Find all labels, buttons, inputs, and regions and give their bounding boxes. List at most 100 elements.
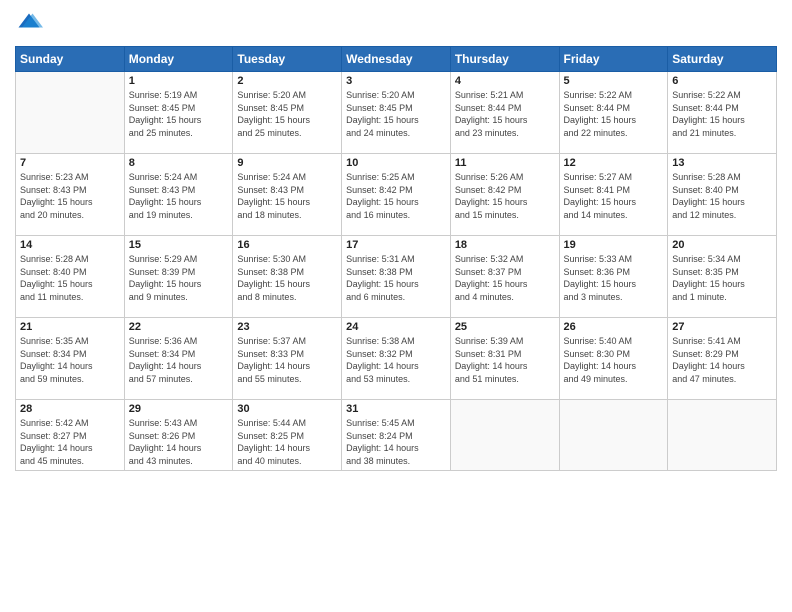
calendar-cell: 7 Sunrise: 5:23 AM Sunset: 8:43 PM Daylig… (16, 154, 125, 236)
day-number: 2 (237, 75, 337, 87)
week-row-4: 21 Sunrise: 5:35 AM Sunset: 8:34 PM Dayli… (16, 318, 777, 400)
day-info: Sunrise: 5:39 AM Sunset: 8:31 PM Dayligh… (455, 335, 555, 385)
day-number: 17 (346, 239, 446, 251)
calendar-cell (450, 400, 559, 471)
day-number: 14 (20, 239, 120, 251)
calendar-cell: 31 Sunrise: 5:45 AM Sunset: 8:24 PM Dayli… (342, 400, 451, 471)
day-info: Sunrise: 5:19 AM Sunset: 8:45 PM Dayligh… (129, 89, 229, 139)
weekday-thursday: Thursday (450, 47, 559, 72)
calendar-cell: 28 Sunrise: 5:42 AM Sunset: 8:27 PM Dayli… (16, 400, 125, 471)
day-number: 6 (672, 75, 772, 87)
calendar-cell: 23 Sunrise: 5:37 AM Sunset: 8:33 PM Dayli… (233, 318, 342, 400)
day-info: Sunrise: 5:33 AM Sunset: 8:36 PM Dayligh… (564, 253, 664, 303)
calendar-cell: 13 Sunrise: 5:28 AM Sunset: 8:40 PM Dayli… (668, 154, 777, 236)
calendar-cell: 21 Sunrise: 5:35 AM Sunset: 8:34 PM Dayli… (16, 318, 125, 400)
calendar-cell: 22 Sunrise: 5:36 AM Sunset: 8:34 PM Dayli… (124, 318, 233, 400)
calendar-cell: 1Sunrise: 5:19 AM Sunset: 8:45 PM Daylig… (124, 72, 233, 154)
day-number: 28 (20, 403, 120, 415)
calendar-cell: 10 Sunrise: 5:25 AM Sunset: 8:42 PM Dayli… (342, 154, 451, 236)
logo-icon (15, 10, 43, 38)
weekday-friday: Friday (559, 47, 668, 72)
day-info: Sunrise: 5:30 AM Sunset: 8:38 PM Dayligh… (237, 253, 337, 303)
day-info: Sunrise: 5:25 AM Sunset: 8:42 PM Dayligh… (346, 171, 446, 221)
calendar-cell: 29 Sunrise: 5:43 AM Sunset: 8:26 PM Dayli… (124, 400, 233, 471)
day-number: 25 (455, 321, 555, 333)
day-info: Sunrise: 5:45 AM Sunset: 8:24 PM Dayligh… (346, 417, 446, 467)
day-info: Sunrise: 5:38 AM Sunset: 8:32 PM Dayligh… (346, 335, 446, 385)
day-info: Sunrise: 5:28 AM Sunset: 8:40 PM Dayligh… (672, 171, 772, 221)
day-number: 3 (346, 75, 446, 87)
calendar-table: SundayMondayTuesdayWednesdayThursdayFrid… (15, 46, 777, 471)
page: SundayMondayTuesdayWednesdayThursdayFrid… (0, 0, 792, 612)
week-row-5: 28 Sunrise: 5:42 AM Sunset: 8:27 PM Dayli… (16, 400, 777, 471)
day-info: Sunrise: 5:41 AM Sunset: 8:29 PM Dayligh… (672, 335, 772, 385)
calendar-cell: 27 Sunrise: 5:41 AM Sunset: 8:29 PM Dayli… (668, 318, 777, 400)
calendar-cell (668, 400, 777, 471)
day-number: 26 (564, 321, 664, 333)
day-number: 15 (129, 239, 229, 251)
day-info: Sunrise: 5:22 AM Sunset: 8:44 PM Dayligh… (564, 89, 664, 139)
calendar-cell: 19Sunrise: 5:33 AM Sunset: 8:36 PM Dayli… (559, 236, 668, 318)
day-info: Sunrise: 5:23 AM Sunset: 8:43 PM Dayligh… (20, 171, 120, 221)
day-info: Sunrise: 5:27 AM Sunset: 8:41 PM Dayligh… (564, 171, 664, 221)
calendar-cell: 20 Sunrise: 5:34 AM Sunset: 8:35 PM Dayli… (668, 236, 777, 318)
weekday-saturday: Saturday (668, 47, 777, 72)
day-info: Sunrise: 5:24 AM Sunset: 8:43 PM Dayligh… (129, 171, 229, 221)
day-number: 24 (346, 321, 446, 333)
day-info: Sunrise: 5:35 AM Sunset: 8:34 PM Dayligh… (20, 335, 120, 385)
day-number: 29 (129, 403, 229, 415)
day-info: Sunrise: 5:24 AM Sunset: 8:43 PM Dayligh… (237, 171, 337, 221)
day-info: Sunrise: 5:43 AM Sunset: 8:26 PM Dayligh… (129, 417, 229, 467)
calendar-cell: 18Sunrise: 5:32 AM Sunset: 8:37 PM Dayli… (450, 236, 559, 318)
day-number: 12 (564, 157, 664, 169)
calendar-cell: 4 Sunrise: 5:21 AM Sunset: 8:44 PM Daylig… (450, 72, 559, 154)
day-number: 23 (237, 321, 337, 333)
calendar-cell (16, 72, 125, 154)
day-number: 31 (346, 403, 446, 415)
weekday-tuesday: Tuesday (233, 47, 342, 72)
week-row-3: 14Sunrise: 5:28 AM Sunset: 8:40 PM Dayli… (16, 236, 777, 318)
calendar-cell: 15 Sunrise: 5:29 AM Sunset: 8:39 PM Dayli… (124, 236, 233, 318)
day-number: 8 (129, 157, 229, 169)
day-number: 27 (672, 321, 772, 333)
day-info: Sunrise: 5:20 AM Sunset: 8:45 PM Dayligh… (346, 89, 446, 139)
day-info: Sunrise: 5:44 AM Sunset: 8:25 PM Dayligh… (237, 417, 337, 467)
day-info: Sunrise: 5:29 AM Sunset: 8:39 PM Dayligh… (129, 253, 229, 303)
day-info: Sunrise: 5:36 AM Sunset: 8:34 PM Dayligh… (129, 335, 229, 385)
day-number: 16 (237, 239, 337, 251)
day-number: 4 (455, 75, 555, 87)
weekday-sunday: Sunday (16, 47, 125, 72)
calendar-cell: 3 Sunrise: 5:20 AM Sunset: 8:45 PM Daylig… (342, 72, 451, 154)
day-info: Sunrise: 5:26 AM Sunset: 8:42 PM Dayligh… (455, 171, 555, 221)
day-info: Sunrise: 5:34 AM Sunset: 8:35 PM Dayligh… (672, 253, 772, 303)
day-info: Sunrise: 5:37 AM Sunset: 8:33 PM Dayligh… (237, 335, 337, 385)
day-info: Sunrise: 5:21 AM Sunset: 8:44 PM Dayligh… (455, 89, 555, 139)
day-info: Sunrise: 5:32 AM Sunset: 8:37 PM Dayligh… (455, 253, 555, 303)
calendar-cell: 5Sunrise: 5:22 AM Sunset: 8:44 PM Daylig… (559, 72, 668, 154)
weekday-monday: Monday (124, 47, 233, 72)
day-number: 22 (129, 321, 229, 333)
calendar-cell (559, 400, 668, 471)
day-number: 21 (20, 321, 120, 333)
calendar-cell: 11Sunrise: 5:26 AM Sunset: 8:42 PM Dayli… (450, 154, 559, 236)
calendar-cell: 17Sunrise: 5:31 AM Sunset: 8:38 PM Dayli… (342, 236, 451, 318)
day-number: 7 (20, 157, 120, 169)
day-info: Sunrise: 5:20 AM Sunset: 8:45 PM Dayligh… (237, 89, 337, 139)
day-info: Sunrise: 5:42 AM Sunset: 8:27 PM Dayligh… (20, 417, 120, 467)
day-number: 13 (672, 157, 772, 169)
day-number: 20 (672, 239, 772, 251)
week-row-2: 7 Sunrise: 5:23 AM Sunset: 8:43 PM Daylig… (16, 154, 777, 236)
calendar-cell: 12 Sunrise: 5:27 AM Sunset: 8:41 PM Dayli… (559, 154, 668, 236)
day-info: Sunrise: 5:40 AM Sunset: 8:30 PM Dayligh… (564, 335, 664, 385)
calendar-cell: 16 Sunrise: 5:30 AM Sunset: 8:38 PM Dayli… (233, 236, 342, 318)
day-number: 30 (237, 403, 337, 415)
weekday-header-row: SundayMondayTuesdayWednesdayThursdayFrid… (16, 47, 777, 72)
calendar-cell: 14Sunrise: 5:28 AM Sunset: 8:40 PM Dayli… (16, 236, 125, 318)
day-number: 10 (346, 157, 446, 169)
calendar-cell: 8 Sunrise: 5:24 AM Sunset: 8:43 PM Daylig… (124, 154, 233, 236)
day-number: 9 (237, 157, 337, 169)
calendar-cell: 2 Sunrise: 5:20 AM Sunset: 8:45 PM Daylig… (233, 72, 342, 154)
calendar-cell: 9 Sunrise: 5:24 AM Sunset: 8:43 PM Daylig… (233, 154, 342, 236)
calendar-cell: 25 Sunrise: 5:39 AM Sunset: 8:31 PM Dayli… (450, 318, 559, 400)
logo (15, 10, 47, 38)
